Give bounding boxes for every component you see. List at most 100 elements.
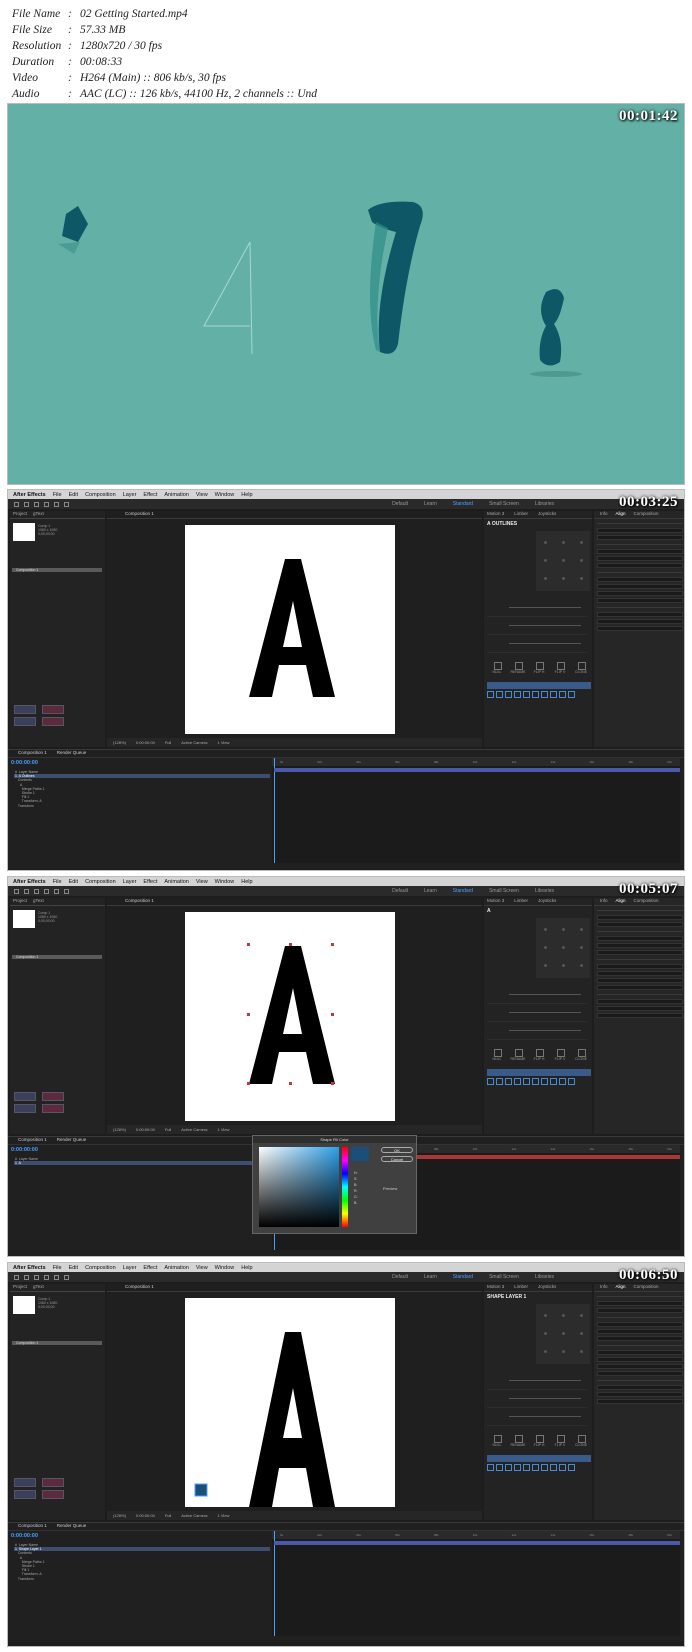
comp-canvas[interactable] — [185, 912, 395, 1121]
align-icon[interactable] — [568, 1078, 575, 1085]
workspace-tab[interactable]: Standard — [453, 1274, 473, 1280]
align-icon[interactable] — [559, 1464, 566, 1471]
timeline-tracks[interactable]: 0s02s04s06s08s10s12s14s16s18s20s — [272, 1531, 680, 1636]
tab-motion[interactable]: Motion 3 — [487, 511, 504, 518]
text-tool-icon[interactable] — [64, 1274, 69, 1280]
app-menu[interactable]: After Effects — [13, 492, 46, 498]
workspace-tab[interactable]: Default — [392, 888, 408, 894]
align-icon[interactable] — [559, 691, 566, 698]
excite-bar[interactable] — [487, 682, 591, 689]
align-icon[interactable] — [523, 691, 530, 698]
align-icon[interactable] — [541, 1078, 548, 1085]
anchor-grid[interactable] — [536, 1304, 590, 1364]
pen-tool-icon[interactable] — [54, 888, 59, 894]
hand-tool-icon[interactable] — [34, 888, 39, 894]
tool-button[interactable]: FLIP H — [529, 1434, 549, 1447]
tool-button[interactable]: RENAME — [508, 1434, 528, 1447]
align-icon[interactable] — [496, 691, 503, 698]
menu-item[interactable]: Help — [241, 1265, 252, 1271]
menu-item[interactable]: Layer — [123, 879, 137, 885]
selection-tool-icon[interactable] — [24, 501, 29, 507]
menu-item[interactable]: Layer — [123, 492, 137, 498]
project-item[interactable]: Composition 1 — [12, 955, 102, 959]
menu-item[interactable]: Effect — [143, 492, 157, 498]
motion-sliders[interactable] — [487, 986, 587, 1040]
app-menu[interactable]: After Effects — [13, 1265, 46, 1271]
tab-composition[interactable]: Composition 1 — [125, 1284, 154, 1291]
motion-sliders[interactable] — [487, 599, 587, 653]
workspace-tab[interactable]: Small Screen — [489, 888, 519, 894]
hand-tool-icon[interactable] — [34, 1274, 39, 1280]
tool-button[interactable]: FLIP V — [550, 661, 570, 674]
tool-button[interactable]: FLIP V — [550, 1048, 570, 1061]
hand-tool-icon[interactable] — [34, 501, 39, 507]
pen-tool-icon[interactable] — [54, 1274, 59, 1280]
workspace-tab[interactable]: Libraries — [535, 888, 554, 894]
align-icon[interactable] — [532, 1464, 539, 1471]
zoom-tool-icon[interactable] — [44, 501, 49, 507]
home-icon[interactable] — [14, 501, 19, 507]
tab-timeline[interactable]: Composition 1 — [18, 1523, 47, 1530]
tab-motion[interactable]: Motion 3 — [487, 898, 504, 905]
workspace-tab[interactable]: Default — [392, 1274, 408, 1280]
align-icon[interactable] — [532, 691, 539, 698]
timeline-tracks[interactable]: 0s02s04s06s08s10s12s14s16s18s20s — [272, 758, 680, 863]
excite-bar[interactable] — [487, 1455, 591, 1462]
tab-effect-controls[interactable]: gText — [33, 898, 44, 905]
menu-item[interactable]: Help — [241, 492, 252, 498]
align-icon[interactable] — [487, 1464, 494, 1471]
menu-item[interactable]: File — [53, 1265, 62, 1271]
project-item[interactable]: Composition 1 — [12, 1341, 102, 1345]
align-icon[interactable] — [523, 1464, 530, 1471]
tab-timeline[interactable]: Composition 1 — [18, 750, 47, 757]
workspace-tab[interactable]: Learn — [424, 501, 437, 507]
menu-item[interactable]: View — [196, 1265, 208, 1271]
menu-item[interactable]: Window — [215, 492, 235, 498]
align-icon[interactable] — [514, 1464, 521, 1471]
tab-effect-controls[interactable]: gText — [33, 511, 44, 518]
align-icon[interactable] — [487, 691, 494, 698]
menu-item[interactable]: Window — [215, 1265, 235, 1271]
align-icon[interactable] — [514, 1078, 521, 1085]
align-icon[interactable] — [496, 1078, 503, 1085]
layer-bar[interactable] — [274, 1541, 680, 1545]
align-icon[interactable] — [541, 691, 548, 698]
tab-effect-controls[interactable]: gText — [33, 1284, 44, 1291]
tool-button[interactable]: FLIP V — [550, 1434, 570, 1447]
tab-timeline[interactable]: Composition 1 — [18, 1137, 47, 1144]
color-field[interactable] — [259, 1147, 339, 1227]
tool-button[interactable]: FLIP H — [529, 1048, 549, 1061]
tool-button[interactable]: FLIP H — [529, 661, 549, 674]
align-icon[interactable] — [541, 1464, 548, 1471]
align-icon[interactable] — [532, 1078, 539, 1085]
app-menu[interactable]: After Effects — [13, 879, 46, 885]
workspace-tab[interactable]: Libraries — [535, 1274, 554, 1280]
menu-item[interactable]: Composition — [85, 879, 116, 885]
text-tool-icon[interactable] — [64, 501, 69, 507]
tab-project[interactable]: Project — [13, 898, 27, 905]
ok-button[interactable]: OK — [381, 1147, 413, 1153]
current-timecode[interactable]: 0:00:00:00 — [11, 1147, 38, 1153]
align-icon[interactable] — [505, 1464, 512, 1471]
workspace-tab[interactable]: Small Screen — [489, 1274, 519, 1280]
current-timecode[interactable]: 0:00:00:00 — [11, 1533, 38, 1539]
menu-item[interactable]: View — [196, 492, 208, 498]
align-icon[interactable] — [496, 1464, 503, 1471]
menu-item[interactable]: Composition — [85, 1265, 116, 1271]
align-icon[interactable] — [487, 1078, 494, 1085]
workspace-tab[interactable]: Learn — [424, 1274, 437, 1280]
workspace-tab[interactable]: Default — [392, 501, 408, 507]
preview-checkbox[interactable]: Preview — [383, 1186, 397, 1191]
align-icon[interactable] — [550, 691, 557, 698]
align-icon[interactable] — [559, 1078, 566, 1085]
menu-item[interactable]: Edit — [69, 492, 78, 498]
layer-bar[interactable] — [274, 768, 680, 772]
workspace-tab[interactable]: Small Screen — [489, 501, 519, 507]
align-icon[interactable] — [550, 1078, 557, 1085]
motion-sliders[interactable] — [487, 1372, 587, 1426]
menu-item[interactable]: Animation — [164, 492, 188, 498]
menu-item[interactable]: Layer — [123, 1265, 137, 1271]
tool-button[interactable]: NULL — [487, 661, 507, 674]
align-icon[interactable] — [568, 1464, 575, 1471]
menu-item[interactable]: Effect — [143, 1265, 157, 1271]
